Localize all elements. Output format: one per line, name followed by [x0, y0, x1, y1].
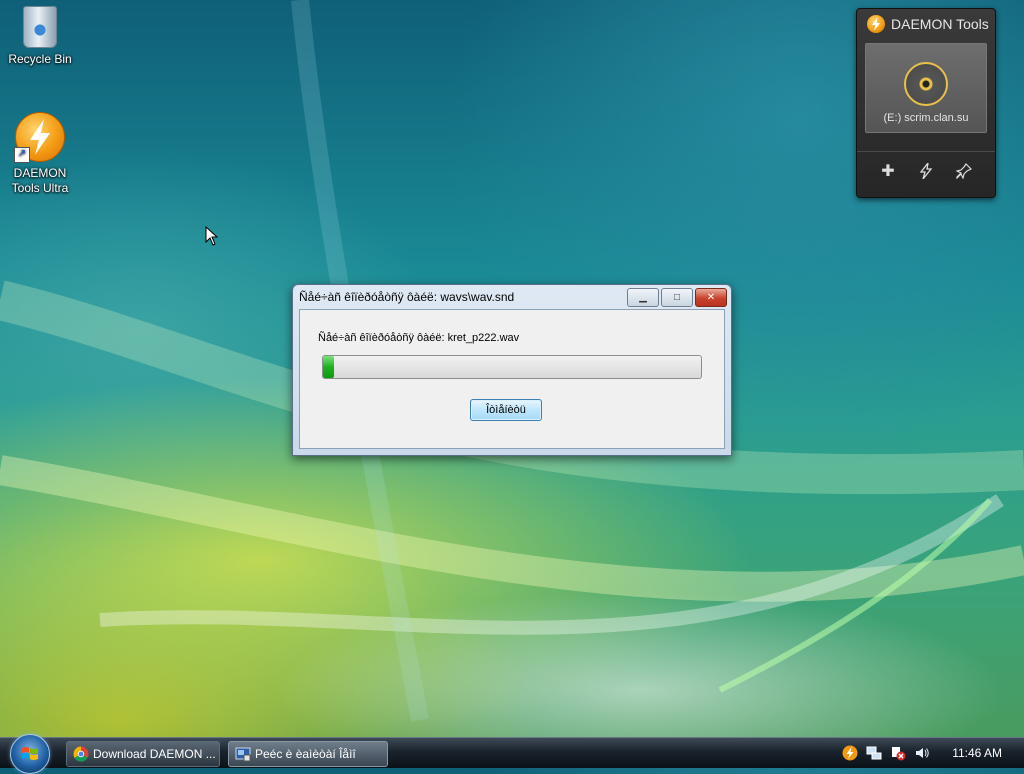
- security-alert-icon[interactable]: [889, 744, 907, 762]
- system-tray: 11:46 AM: [838, 738, 1024, 768]
- minimize-icon: ▁: [639, 292, 647, 303]
- daemon-tools-label: DAEMON Tools Ultra: [11, 166, 69, 195]
- shortcut-arrow-icon: ↗: [14, 147, 30, 163]
- taskbar-button-label: Peéc è èaìèòàí Îåìî: [255, 747, 356, 761]
- windows-logo-icon: [22, 747, 38, 760]
- add-icon[interactable]: ✚: [877, 160, 899, 182]
- gadget-header: DAEMON Tools: [857, 9, 995, 39]
- minimize-button[interactable]: ▁: [627, 288, 659, 307]
- daemon-tools-icon: ↗: [14, 112, 65, 163]
- window-controls: ▁ □ ✕: [625, 288, 727, 307]
- daemon-tools-gadget: DAEMON Tools (E:) scrim.clan.su ✚: [856, 8, 996, 198]
- drive-label: (E:) scrim.clan.su: [883, 112, 969, 124]
- taskbar-button-installer[interactable]: Peéc è èaìèòàí Îåìî: [228, 741, 388, 767]
- disc-icon: [904, 62, 948, 106]
- daemon-logo-icon: [867, 15, 885, 33]
- gadget-toolbar: ✚: [857, 151, 995, 182]
- close-button[interactable]: ✕: [695, 288, 727, 307]
- start-button[interactable]: [10, 734, 50, 774]
- taskbar-button-browser[interactable]: Download DAEMON ...: [66, 741, 220, 767]
- recycle-bin-desktop-icon[interactable]: Recycle Bin: [2, 6, 78, 67]
- installer-icon: [235, 747, 251, 762]
- copy-progress-dialog: Ñåé÷àñ êîïèðóåòñÿ ôàéë: wavs\wav.snd ▁ □…: [292, 284, 732, 456]
- progress-fill: [323, 356, 335, 378]
- dialog-body: Ñåé÷àñ êîïèðóåòñÿ ôàéë: kret_p222.wav Îò…: [299, 309, 725, 449]
- maximize-icon: □: [673, 292, 681, 303]
- recycle-bin-label: Recycle Bin: [8, 52, 72, 66]
- dialog-title: Ñåé÷àñ êîïèðóåòñÿ ôàéë: wavs\wav.snd: [299, 290, 515, 304]
- close-icon: ✕: [706, 292, 716, 303]
- clock[interactable]: 11:46 AM: [952, 746, 1002, 760]
- maximize-button[interactable]: □: [661, 288, 693, 307]
- network-icon[interactable]: [865, 744, 883, 762]
- copy-progress-bar: [322, 355, 702, 379]
- bolt-icon[interactable]: [915, 160, 937, 182]
- pin-icon[interactable]: [953, 160, 975, 182]
- copy-status-text: Ñåé÷àñ êîïèðóåòñÿ ôàéë: kret_p222.wav: [318, 332, 520, 344]
- daemon-tools-desktop-icon[interactable]: ↗ DAEMON Tools Ultra: [2, 112, 78, 196]
- virtual-drive[interactable]: (E:) scrim.clan.su: [865, 43, 987, 133]
- mouse-cursor-icon: [205, 226, 219, 246]
- taskbar: Download DAEMON ... Peéc è èaìèòàí Îåìî …: [0, 734, 1024, 774]
- daemon-tray-icon[interactable]: [841, 744, 859, 762]
- volume-icon[interactable]: [913, 744, 931, 762]
- chrome-icon: [73, 746, 89, 762]
- recycle-bin-icon: [23, 6, 57, 48]
- cancel-button[interactable]: Îòìåíèòü: [470, 399, 542, 421]
- taskbar-button-label: Download DAEMON ...: [93, 747, 216, 761]
- dialog-title-bar[interactable]: Ñåé÷àñ êîïèðóåòñÿ ôàéë: wavs\wav.snd ▁ □…: [293, 285, 731, 309]
- gadget-title: DAEMON Tools: [891, 16, 989, 32]
